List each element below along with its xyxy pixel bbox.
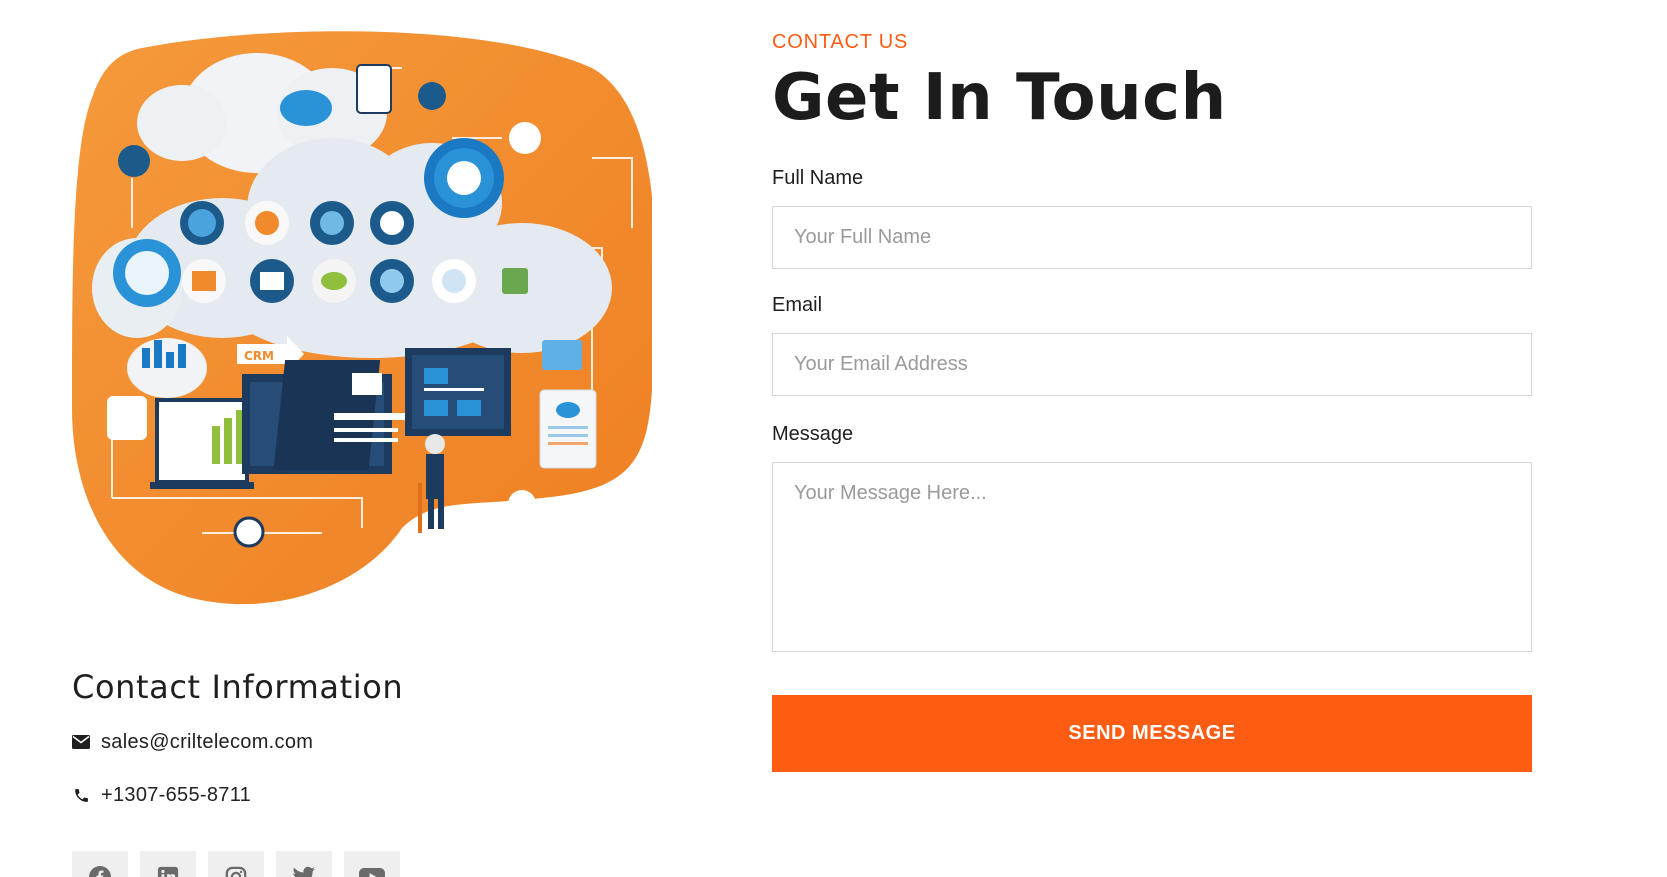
send-message-button[interactable]: SEND MESSAGE <box>772 695 1532 772</box>
email-link[interactable]: sales@criltelecom.com <box>101 731 313 754</box>
linkedin-icon <box>157 866 179 877</box>
phone-link[interactable]: +1307-655-8711 <box>101 784 251 807</box>
facebook-icon <box>88 865 112 877</box>
instagram-button[interactable] <box>208 851 264 877</box>
full-name-label: Full Name <box>772 167 864 189</box>
page-title: Get In Touch <box>772 61 1227 135</box>
youtube-button[interactable] <box>344 851 400 877</box>
globe-icon <box>508 490 536 518</box>
clock-icon <box>233 516 265 548</box>
envelope-icon <box>72 733 90 751</box>
svg-text:CRM: CRM <box>244 349 274 363</box>
full-name-input[interactable] <box>772 206 1532 269</box>
contact-form-section: CONTACT US Get In Touch Full Name Email … <box>772 28 1532 772</box>
cloud-network-illustration: CRM <box>72 31 652 605</box>
phone-row: +1307-655-8711 <box>72 781 632 809</box>
social-links <box>72 851 400 877</box>
contact-information-section: Contact Information sales@criltelecom.co… <box>72 668 632 834</box>
section-eyebrow: CONTACT US <box>772 31 909 53</box>
email-input[interactable] <box>772 333 1532 396</box>
twitter-icon <box>292 866 316 877</box>
email-row: sales@criltelecom.com <box>72 728 632 756</box>
document-card <box>539 389 597 469</box>
hero-illustration: CRM <box>72 28 652 608</box>
contact-information-title: Contact Information <box>72 668 404 706</box>
message-label: Message <box>772 423 854 445</box>
youtube-icon <box>359 867 385 877</box>
linkedin-button[interactable] <box>140 851 196 877</box>
message-textarea[interactable] <box>772 462 1532 652</box>
twitter-button[interactable] <box>276 851 332 877</box>
contact-form: Full Name Email Message SEND MESSAGE <box>772 164 1532 772</box>
email-label: Email <box>772 294 823 316</box>
facebook-button[interactable] <box>72 851 128 877</box>
instagram-icon <box>225 866 247 877</box>
phone-icon <box>72 786 90 804</box>
